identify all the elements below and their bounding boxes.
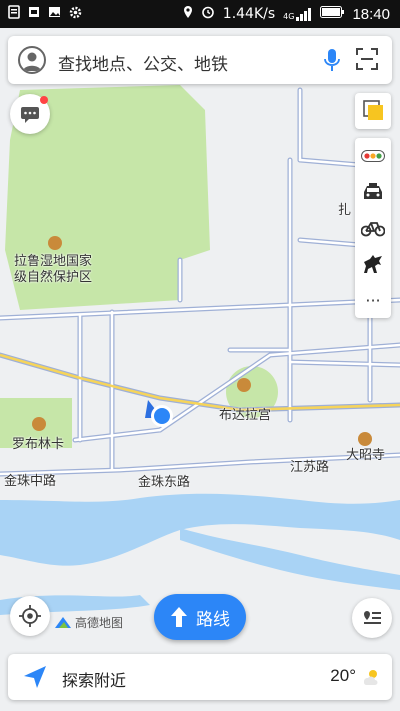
taxi-button[interactable] [355, 174, 391, 210]
temperature: 20° [330, 666, 356, 685]
map-drawing [0, 28, 400, 649]
locate-button[interactable] [10, 596, 50, 636]
landmark-icon [48, 236, 62, 250]
road-label-jinzhu-east: 金珠东路 [138, 475, 191, 490]
app-notification-icon [28, 6, 40, 22]
route-button[interactable]: 路线 [154, 594, 246, 640]
label-wetland: 拉鲁湿地国家 级自然保护区 [14, 254, 93, 285]
alarm-icon [201, 5, 215, 23]
list-icon [364, 611, 381, 624]
scan-icon[interactable] [356, 48, 378, 74]
road-label-jiangsu: 江苏路 [290, 460, 330, 475]
traffic-button[interactable] [355, 138, 391, 174]
settings-icon [69, 6, 82, 23]
explore-nearby-label: 探索附近 [62, 671, 127, 690]
navigation-arrow-icon [24, 666, 46, 688]
status-time: 18:40 [352, 5, 390, 23]
notification-icon [8, 5, 20, 23]
road-label-top-partial: 扎 [338, 203, 352, 218]
travel-button[interactable] [355, 246, 391, 282]
battery-icon [320, 6, 345, 22]
gallery-icon [48, 6, 61, 22]
bike-button[interactable] [355, 210, 391, 246]
layers-icon [363, 100, 383, 120]
message-button[interactable] [10, 94, 50, 134]
amap-logo-icon [55, 616, 71, 628]
label-jokhang: 大昭寺 [346, 448, 386, 463]
side-toolbar: ··· [355, 138, 391, 318]
taxi-icon [364, 183, 382, 199]
road-label-jinzhu-middle: 金珠中路 [4, 474, 57, 489]
notification-dot [40, 96, 48, 104]
microphone-icon[interactable] [324, 48, 340, 76]
map-canvas[interactable]: 拉鲁湿地国家 级自然保护区 布达拉宫 罗布林卡 大昭寺 金珠中路 金珠东路 江苏… [0, 28, 400, 649]
search-bar[interactable]: 查找地点、公交、地铁 [8, 36, 392, 84]
location-pin-icon [183, 5, 193, 23]
label-norbulingka: 罗布林卡 [12, 437, 65, 452]
explore-nearby-bar[interactable]: 探索附近 20° [8, 654, 392, 700]
crosshair-icon [19, 605, 41, 627]
signal-label: 4G [283, 11, 295, 21]
avatar[interactable] [18, 46, 46, 74]
status-bar: 1.44K/s 4G 18:40 [0, 0, 400, 28]
more-button[interactable]: ··· [355, 282, 391, 318]
arrow-up-icon [171, 607, 187, 627]
traffic-light-icon [361, 150, 385, 162]
signal-icon: 4G [283, 7, 312, 21]
search-input[interactable]: 查找地点、公交、地铁 [58, 50, 228, 75]
network-speed: 1.44K/s [222, 6, 276, 22]
list-view-button[interactable] [352, 598, 392, 638]
landmark-icon [32, 417, 46, 431]
weather-icon [363, 670, 378, 685]
layers-button[interactable] [355, 93, 391, 129]
more-icon: ··· [365, 290, 381, 310]
route-button-label: 路线 [196, 609, 230, 630]
label-potala: 布达拉宫 [219, 408, 272, 423]
amap-logo: 高德地图 [54, 614, 123, 631]
bicycle-icon [361, 222, 385, 237]
my-location-dot [154, 408, 170, 424]
landmark-icon [237, 378, 251, 392]
logo-text: 高德地图 [75, 616, 124, 630]
horse-icon [364, 255, 382, 273]
